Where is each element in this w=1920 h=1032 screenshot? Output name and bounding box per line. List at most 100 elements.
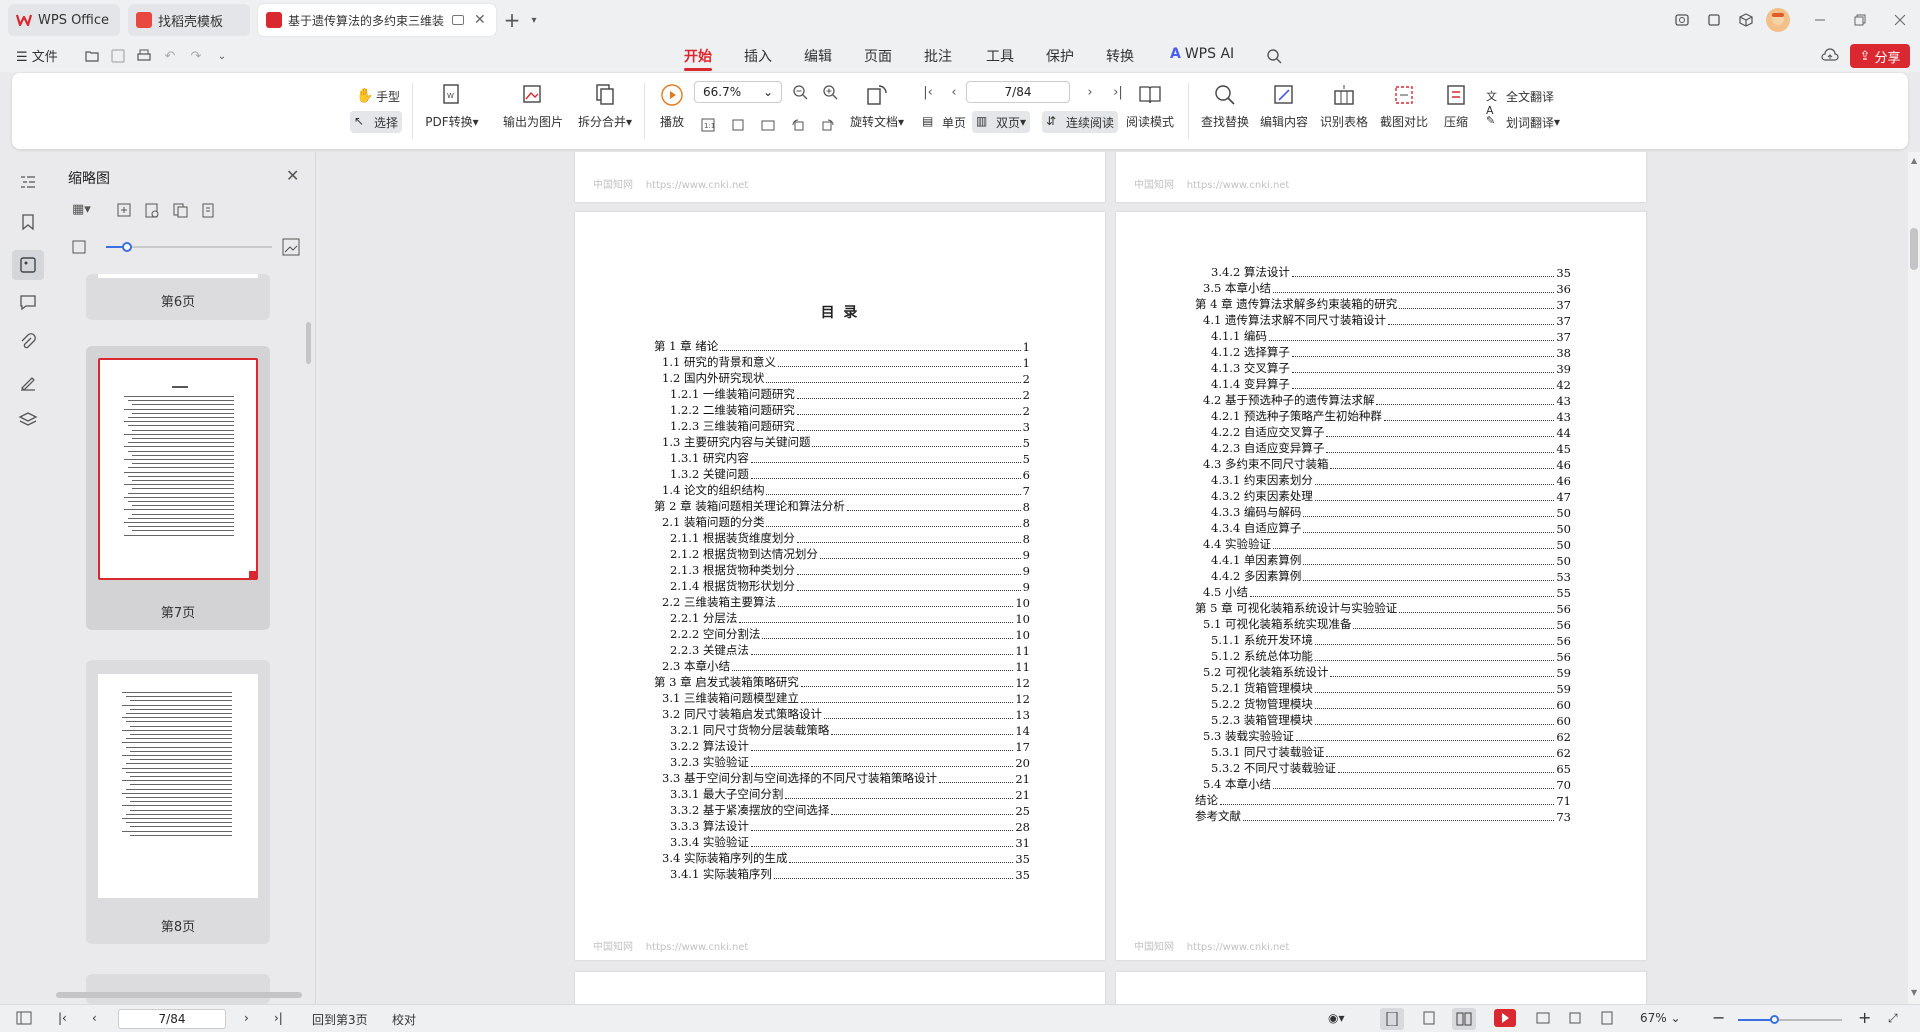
next-page-icon[interactable]: ›: [244, 1011, 249, 1025]
toc-entry[interactable]: 1.2.1 一维装箱问题研究 2: [670, 386, 1030, 402]
slider-handle[interactable]: [122, 242, 132, 252]
toc-entry[interactable]: 第 2 章 装箱问题相关理论和算法分析 8: [654, 498, 1030, 514]
toc-entry[interactable]: 4.3.4 自适应算子 50: [1211, 520, 1571, 536]
toc-entry[interactable]: 参考文献 73: [1195, 808, 1571, 824]
fit-width-icon[interactable]: [1536, 1011, 1550, 1025]
close-window-icon[interactable]: [1888, 8, 1912, 32]
single-page-button[interactable]: ▤ 单页: [918, 111, 970, 133]
thumbnail-page-7[interactable]: 第7页: [86, 346, 270, 630]
toc-entry[interactable]: 1.2.3 三维装箱问题研究 3: [670, 418, 1030, 434]
toc-entry[interactable]: 2.2.3 关键点法 11: [670, 642, 1030, 658]
toc-entry[interactable]: 4.3.2 约束因素处理 47: [1211, 488, 1571, 504]
open-icon[interactable]: [80, 44, 104, 68]
replace-page-icon[interactable]: [172, 202, 188, 218]
toc-entry[interactable]: 4.1.2 选择算子 38: [1211, 344, 1571, 360]
close-panel-icon[interactable]: ✕: [286, 166, 299, 185]
redo-icon[interactable]: ↷: [184, 44, 208, 68]
toc-entry[interactable]: 4.1 遗传算法求解不同尺寸装箱设计 37: [1203, 312, 1571, 328]
toc-entry[interactable]: 1.3 主要研究内容与关键问题 5: [662, 434, 1030, 450]
thumbnail-page-8[interactable]: 第8页: [86, 660, 270, 944]
monitor-icon[interactable]: [452, 15, 464, 25]
zoom-in-button[interactable]: +: [1858, 1008, 1871, 1027]
menu-page[interactable]: 页面: [864, 46, 892, 66]
toc-entry[interactable]: 2.1 装箱问题的分类 8: [662, 514, 1030, 530]
toc-entry[interactable]: 4.2.1 预选种子策略产生初始种群 43: [1211, 408, 1571, 424]
continuous-view-icon[interactable]: [1380, 1008, 1404, 1030]
fullscreen-icon[interactable]: ⤢: [1888, 1011, 1898, 1026]
toc-entry[interactable]: 第 4 章 遗传算法求解多约束装箱的研究 37: [1195, 296, 1571, 312]
restore-icon[interactable]: [1848, 8, 1872, 32]
play-slideshow-icon[interactable]: [1494, 1009, 1516, 1027]
toc-entry[interactable]: 4.4.1 单因素算例 50: [1211, 552, 1571, 568]
avatar[interactable]: [1766, 8, 1790, 32]
eye-icon[interactable]: ◉▾: [1328, 1011, 1345, 1025]
toc-entry[interactable]: 3.5 本章小结 36: [1203, 280, 1571, 296]
toc-entry[interactable]: 5.3.2 不同尺寸装载验证 65: [1211, 760, 1571, 776]
search-icon[interactable]: [1262, 44, 1286, 68]
toc-entry[interactable]: 3.2.1 同尺寸货物分层装载策略 14: [670, 722, 1030, 738]
rotate-right-icon[interactable]: [816, 113, 840, 137]
undo-icon[interactable]: ↶: [158, 44, 182, 68]
minimize-icon[interactable]: [1808, 8, 1832, 32]
toc-entry[interactable]: 3.3.2 基于紧凑摆放的空间选择 25: [670, 802, 1030, 818]
bookmark-icon[interactable]: [18, 212, 38, 232]
toc-entry[interactable]: 5.2.1 货箱管理模块 59: [1211, 680, 1571, 696]
toc-entry[interactable]: 1.3.2 关键问题 6: [670, 466, 1030, 482]
layers-icon[interactable]: [18, 410, 38, 430]
menu-edit[interactable]: 编辑: [804, 46, 832, 66]
toc-entry[interactable]: 1.3.1 研究内容 5: [670, 450, 1030, 466]
toc-entry[interactable]: 5.2.2 货物管理模块 60: [1211, 696, 1571, 712]
toggle-sidebar-icon[interactable]: [16, 1011, 32, 1025]
zoom-select[interactable]: 66.7% ⌄: [694, 81, 782, 103]
tab-list-chevron-icon[interactable]: ▾: [522, 8, 546, 32]
toc-entry[interactable]: 4.2.3 自适应变异算子 45: [1211, 440, 1571, 456]
thumbnail-page-6[interactable]: 第6页: [86, 274, 270, 320]
toc-entry[interactable]: 3.3.4 实验验证 31: [670, 834, 1030, 850]
scroll-thumb[interactable]: [1910, 228, 1918, 270]
zoom-level[interactable]: 67% ⌄: [1640, 1011, 1681, 1025]
thumbnail-icon[interactable]: [12, 250, 44, 280]
toc-entry[interactable]: 2.1.3 根据货物种类划分 9: [670, 562, 1030, 578]
toc-entry[interactable]: 4.1.3 交叉算子 39: [1211, 360, 1571, 376]
menu-annotate[interactable]: 批注: [924, 46, 952, 66]
actual-size-icon[interactable]: [1600, 1011, 1614, 1025]
print-icon[interactable]: [132, 44, 156, 68]
rotate-left-icon[interactable]: [786, 113, 810, 137]
quick-access-chevron-icon[interactable]: ⌄: [210, 44, 234, 68]
panel-hscroll-thumb[interactable]: [56, 992, 302, 998]
full-translate-button[interactable]: 文A 全文翻译: [1482, 85, 1558, 118]
thumbnail-page-9[interactable]: [86, 974, 270, 1004]
double-page-button[interactable]: ▥ 双页 ▾: [972, 111, 1031, 133]
insert-file-icon[interactable]: [144, 202, 160, 218]
thumbnail-size-slider[interactable]: [106, 242, 272, 252]
find-replace-button[interactable]: 查找替换: [1198, 83, 1252, 130]
cube-icon[interactable]: [1734, 8, 1758, 32]
comment-icon[interactable]: [18, 292, 38, 312]
outline-icon[interactable]: [18, 172, 38, 192]
zoom-in-icon[interactable]: [818, 80, 842, 104]
tab-wps-office[interactable]: WPS Office: [8, 4, 120, 36]
split-merge-button[interactable]: 拆分合并▾: [572, 83, 638, 130]
screenshot-icon[interactable]: [1670, 8, 1694, 32]
close-tab-icon[interactable]: ✕: [474, 12, 486, 28]
toc-entry[interactable]: 结论 71: [1195, 792, 1571, 808]
panel-vscroll-thumb[interactable]: [306, 322, 311, 364]
toc-entry[interactable]: 3.4.2 算法设计 35: [1211, 264, 1571, 280]
toc-entry[interactable]: 2.2.2 空间分割法 10: [670, 626, 1030, 642]
single-view-icon[interactable]: [1422, 1011, 1436, 1025]
compress-button[interactable]: 压缩: [1436, 83, 1476, 130]
toc-entry[interactable]: 2.2 三维装箱主要算法 10: [662, 594, 1030, 610]
menu-wps-ai[interactable]: A WPS AI: [1170, 46, 1234, 62]
scroll-up-icon[interactable]: ▲: [1911, 156, 1917, 165]
share-button[interactable]: ⇪ 分享: [1850, 44, 1910, 68]
last-page-icon[interactable]: ›|: [274, 1011, 283, 1025]
hand-tool-button[interactable]: ✋ 手型: [352, 85, 404, 107]
play-button[interactable]: 播放: [652, 83, 692, 130]
tab-document[interactable]: 基于遗传算法的多约束三维装 ✕: [258, 4, 496, 36]
toc-entry[interactable]: 2.2.1 分层法 10: [670, 610, 1030, 626]
toc-entry[interactable]: 3.4.1 实际装箱序列 35: [670, 866, 1030, 882]
select-tool-button[interactable]: ↖ 选择: [350, 111, 403, 133]
menu-convert[interactable]: 转换: [1106, 46, 1134, 66]
toc-entry[interactable]: 3.1 三维装箱问题模型建立 12: [662, 690, 1030, 706]
double-view-icon[interactable]: [1452, 1008, 1476, 1030]
